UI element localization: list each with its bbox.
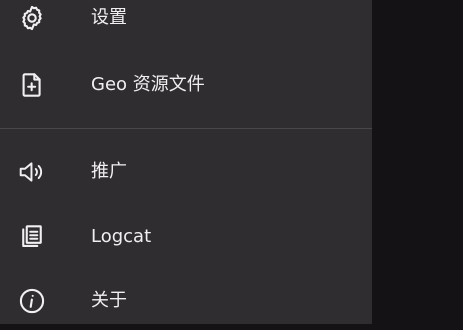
drawer-item-label: Geo 资源文件 (91, 74, 205, 95)
drawer-item-label: 设置 (91, 7, 127, 28)
gear-icon (18, 4, 46, 32)
drawer-scrim[interactable] (372, 0, 463, 324)
drawer-item-geo-files[interactable]: Geo 资源文件 (0, 56, 372, 114)
drawer-item-about[interactable]: 关于 (0, 272, 372, 330)
drawer-item-logcat[interactable]: Logcat (0, 208, 372, 266)
drawer-item-settings[interactable]: 设置 (0, 0, 372, 47)
drawer-item-label: 推广 (91, 161, 127, 182)
drawer-item-label: 关于 (91, 290, 127, 311)
megaphone-icon (18, 158, 46, 186)
info-icon (18, 287, 46, 315)
navigation-drawer: 设置 Geo 资源文件 推广 Logcat 关于 (0, 0, 372, 324)
drawer-divider (0, 128, 372, 129)
drawer-item-label: Logcat (91, 226, 152, 247)
copy-icon (18, 223, 46, 251)
file-add-icon (18, 71, 46, 99)
drawer-item-promotion[interactable]: 推广 (0, 143, 372, 201)
